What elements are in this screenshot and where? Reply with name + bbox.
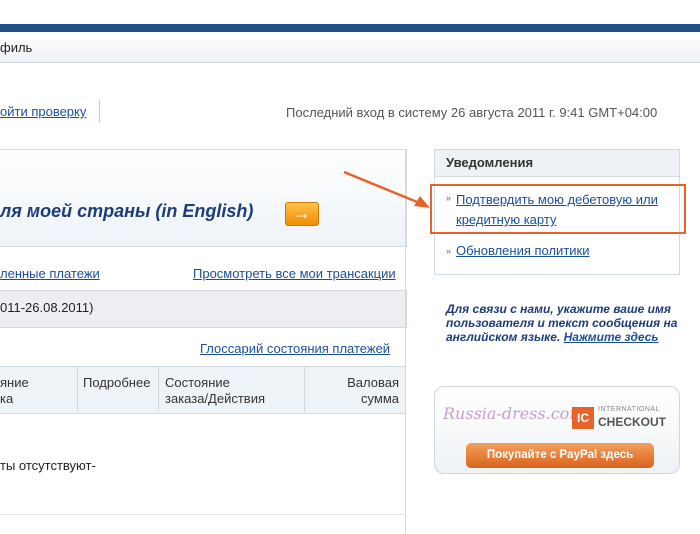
column-header-order-status-line1: Состояние (165, 375, 230, 390)
contact-link[interactable]: Нажмите здесь (564, 330, 659, 344)
divider (99, 100, 100, 122)
notifications-title: Уведомления (446, 155, 534, 170)
empty-table-message: ты отсутствуют- (0, 458, 96, 473)
column-header-order-status-line2: заказа/Действия (165, 391, 266, 406)
nav-bar (0, 32, 700, 63)
annotation-arrow-icon (343, 170, 430, 208)
international-checkout-label: INTERNATIONAL (598, 406, 660, 413)
column-header-order-status: Состояние заказа/Действия (165, 375, 265, 407)
paypal-shop-button[interactable]: Покупайте с PayPal здесь (466, 443, 654, 468)
arrow-right-icon[interactable]: → (285, 202, 319, 226)
column-header-gross-amount-line1: Валовая (347, 375, 399, 390)
column-divider (158, 366, 159, 412)
column-header-gross-amount-line2: сумма (361, 391, 399, 406)
column-divider (77, 366, 78, 412)
policy-updates-link[interactable]: Обновления политики (456, 243, 589, 258)
checkout-label: CHECKOUT (598, 415, 666, 429)
nav-tab-profile[interactable]: филь (0, 40, 32, 55)
glossary-link[interactable]: Глоссарий состояния платежей (200, 341, 390, 356)
column-header-status: яние ка (0, 375, 29, 407)
column-header-status-line1: яние (0, 375, 29, 390)
brand-logo: Russia-dress.com (443, 404, 585, 423)
column-header-details: Подробнее (83, 375, 151, 390)
top-brand-bar (0, 24, 700, 32)
divider (0, 514, 405, 515)
column-divider (304, 366, 305, 412)
contact-block: Для связи с нами, укажите ваше имя польз… (446, 302, 686, 344)
period-text: 011-26.08.2011) (0, 300, 94, 315)
verify-account-link[interactable]: ойти проверку (0, 104, 86, 119)
payments-link[interactable]: ленные платежи (0, 266, 100, 281)
bullet-icon: » (446, 246, 452, 256)
all-transactions-link[interactable]: Просмотреть все мои трансакции (193, 266, 396, 281)
highlight-box (430, 184, 686, 234)
country-banner-text: ля моей страны (in English) (0, 201, 254, 221)
international-checkout-logo-icon: IC (572, 407, 594, 429)
last-login-text: Последний вход в систему 26 августа 2011… (286, 105, 658, 120)
column-header-gross-amount: Валовая сумма (309, 375, 399, 407)
column-header-status-line2: ка (0, 391, 14, 406)
